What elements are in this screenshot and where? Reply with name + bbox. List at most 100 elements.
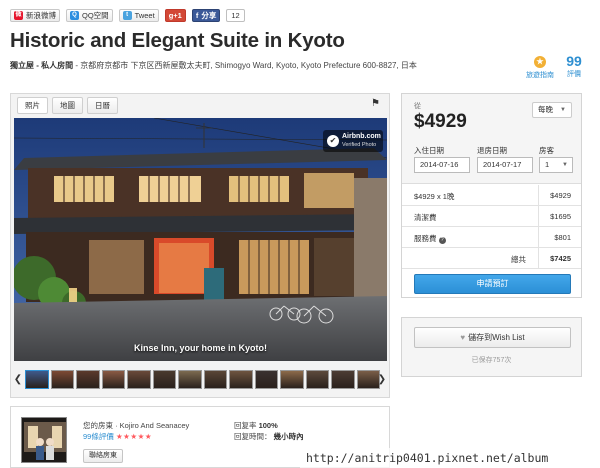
price-row-cleaning: 清潔費 $1695: [402, 206, 581, 227]
address-text: - 京都府京都市 下京区西新屋敷太夫町, Shimogyo Ward, Kyot…: [73, 61, 417, 70]
checkout-label: 退房日期: [477, 146, 507, 155]
verified-photo-badge: ✔ Airbnb.com Verified Photo: [323, 130, 383, 152]
social-share-bar: 微 新浪微博 Q QQ空間 t Tweet g+1 f 分享 12: [10, 9, 245, 22]
response-rate: 回复率 100%: [234, 420, 278, 431]
saved-count: 已保存757次: [471, 357, 512, 364]
price-row-value: $801: [554, 233, 571, 242]
facebook-share-button[interactable]: f 分享: [191, 9, 221, 22]
photo-thumbnail[interactable]: [203, 370, 227, 389]
photo-thumbnail[interactable]: [305, 370, 329, 389]
checkin-input[interactable]: 2014-07-16: [414, 157, 470, 173]
response-rate-value: 100%: [258, 421, 278, 430]
chevron-left-icon[interactable]: ❮: [13, 371, 23, 389]
reviews-link[interactable]: 99 評價: [558, 54, 590, 79]
request-booking-button[interactable]: 申請預訂: [414, 274, 571, 294]
photo-thumbnail[interactable]: [127, 370, 151, 389]
response-time-label: 回复時間：: [234, 432, 272, 441]
response-rate-label: 回复率: [234, 421, 257, 430]
service-fee-label: 服務費: [414, 234, 437, 243]
save-to-wishlist-button[interactable]: ♥ 儲存到Wish List: [414, 327, 571, 348]
tweet-button[interactable]: t Tweet: [118, 9, 159, 22]
chevron-down-icon: ▼: [560, 107, 566, 113]
photo-thumbnail[interactable]: [254, 370, 278, 389]
weibo-share-button[interactable]: 微 新浪微博: [10, 9, 60, 22]
facebook-icon: f: [195, 11, 199, 20]
photo-tabs: 照片 地圖 日曆: [17, 97, 118, 114]
guests-label: 房客: [539, 146, 554, 155]
qq-icon: Q: [70, 11, 79, 20]
photo-thumbnail[interactable]: [229, 370, 253, 389]
price-row-label: 清潔費: [414, 213, 437, 222]
guests-value: 1: [545, 160, 550, 169]
price-from-label: 從: [414, 103, 421, 110]
photo-thumbnail[interactable]: [152, 370, 176, 389]
price-row-label: $4929 x 1晚: [414, 192, 455, 201]
host-photo-illustration: [22, 418, 66, 462]
thumbnail-row: [25, 370, 380, 389]
price-row-value: $1695: [550, 212, 571, 221]
price-row-total: 總共 $7425: [402, 248, 581, 269]
watermark: http://anitrip0401.pixnet.net/album: [300, 448, 600, 468]
nightly-price: $4929: [414, 111, 467, 132]
contact-host-button[interactable]: 聯絡房東: [83, 449, 123, 463]
wishlist-panel: ♥ 儲存到Wish List 已保存757次: [401, 317, 582, 377]
host-reviews-link[interactable]: 99條評價 ★★★★★: [83, 431, 152, 442]
main-photo[interactable]: ✔ Airbnb.com Verified Photo Kinse Inn, y…: [14, 118, 387, 361]
total-label: 總共: [511, 255, 526, 264]
price-period-value: 每晚: [538, 105, 553, 114]
tab-photos[interactable]: 照片: [17, 97, 48, 114]
host-photo[interactable]: [21, 417, 67, 463]
photo-thumbnail[interactable]: [280, 370, 304, 389]
check-icon: ✔: [327, 135, 339, 147]
guests-select[interactable]: 1 ▼: [539, 157, 573, 173]
badge-brand: Airbnb.com: [342, 133, 381, 140]
listing-title: Historic and Elegant Suite in Kyoto: [10, 29, 345, 52]
twitter-icon: t: [122, 11, 132, 20]
qq-share-button[interactable]: Q QQ空間: [66, 9, 113, 22]
photo-thumbnail[interactable]: [101, 370, 125, 389]
total-value: $7425: [550, 254, 571, 263]
host-name: 您的房東 · Kojiro And Seanacey: [83, 421, 190, 430]
room-type: 獨立屋 - 私人房間: [10, 61, 74, 70]
heart-icon: ♥: [460, 333, 466, 342]
tab-map[interactable]: 地圖: [52, 97, 83, 114]
chevron-down-icon: ▼: [562, 162, 568, 168]
review-label: 評價: [567, 71, 581, 78]
tweet-label: Tweet: [134, 11, 155, 20]
checkin-label: 入住日期: [414, 146, 444, 155]
photo-caption: Kinse Inn, your home in Kyoto!: [133, 343, 267, 353]
booking-panel: 從 $4929 每晚 ▼ 入住日期 退房日期 房客 2014-07-16 201…: [401, 93, 582, 298]
gplus-label: g+1: [168, 11, 182, 20]
star-rating: ★★★★★: [115, 432, 153, 441]
chevron-right-icon[interactable]: ❯: [377, 371, 387, 389]
weibo-icon: 微: [14, 11, 23, 20]
thumbnail-strip: ❮ ❯: [11, 368, 389, 392]
photo-thumbnail[interactable]: [331, 370, 355, 389]
photo-thumbnail[interactable]: [178, 370, 202, 389]
response-time-value: 幾小時內: [273, 432, 304, 441]
tab-calendar[interactable]: 日曆: [87, 97, 118, 114]
facebook-share-count: 12: [226, 9, 245, 22]
review-count: 99: [566, 53, 582, 69]
info-icon[interactable]: ?: [438, 237, 446, 244]
photo-panel: 照片 地圖 日曆 ⚑ ✔ Airbnb.com Verified Photo K…: [10, 93, 390, 398]
badge-sub: Verified Photo: [342, 142, 377, 148]
price-row-value: $4929: [550, 191, 571, 200]
travel-guide-link[interactable]: ★ 旅遊指南: [524, 56, 556, 80]
checkout-input[interactable]: 2014-07-17: [477, 157, 533, 173]
qq-label: QQ空間: [82, 11, 109, 20]
report-flag-icon[interactable]: ⚑: [371, 98, 380, 109]
wishlist-button-label: 儲存到Wish List: [468, 333, 525, 342]
price-row-service: 服務費 ? $801: [402, 227, 581, 248]
facebook-share-label: 分享: [201, 11, 217, 20]
weibo-label: 新浪微博: [26, 11, 56, 20]
travel-guide-icon: ★: [534, 56, 546, 68]
price-row-label: 服務費 ?: [414, 233, 446, 244]
price-breakdown: $4929 x 1晚 $4929 清潔費 $1695 服務費 ? $801 總共…: [402, 185, 581, 269]
photo-thumbnail[interactable]: [50, 370, 74, 389]
photo-thumbnail[interactable]: [25, 370, 49, 389]
booking-header: 從 $4929 每晚 ▼ 入住日期 退房日期 房客 2014-07-16 201…: [402, 94, 581, 184]
price-period-select[interactable]: 每晚 ▼: [532, 102, 572, 118]
gplus-button[interactable]: g+1: [164, 9, 186, 22]
photo-thumbnail[interactable]: [76, 370, 100, 389]
